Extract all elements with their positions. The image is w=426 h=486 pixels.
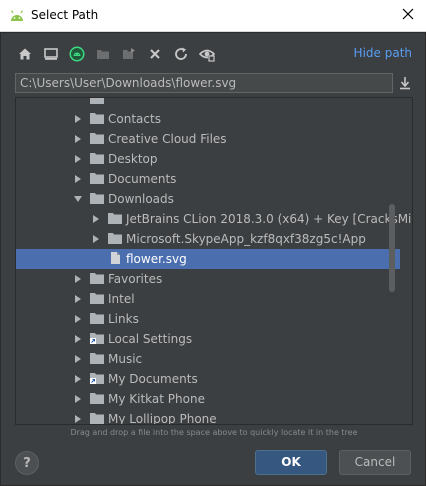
path-input[interactable]: C:\Users\User\Downloads\flower.svg bbox=[15, 73, 393, 93]
project-button[interactable] bbox=[67, 44, 87, 64]
tree-row-music[interactable]: Music bbox=[16, 349, 400, 369]
folder-icon bbox=[90, 413, 104, 424]
tree-row-skype-app[interactable]: Microsoft.SkypeApp_kzf8qxf38zg5c!App bbox=[16, 229, 400, 249]
new-folder-button[interactable] bbox=[93, 44, 113, 64]
tree-row-desktop[interactable]: Desktop bbox=[16, 149, 400, 169]
tree-row-my-documents[interactable]: My Documents bbox=[16, 369, 400, 389]
collapse-arrow-icon[interactable] bbox=[74, 195, 82, 203]
folder-icon bbox=[90, 98, 104, 104]
folder-icon bbox=[108, 233, 122, 244]
refresh-button[interactable] bbox=[171, 44, 191, 64]
move-button[interactable] bbox=[119, 44, 139, 64]
tree-scrollbar[interactable] bbox=[389, 204, 395, 292]
hide-path-link[interactable]: Hide path bbox=[354, 46, 412, 60]
tree-row-label: flower.svg bbox=[126, 252, 187, 266]
folder-icon bbox=[90, 313, 104, 324]
expand-arrow-icon[interactable] bbox=[74, 315, 82, 323]
tree-row-creative-cloud-files[interactable]: Creative Cloud Files bbox=[16, 129, 400, 149]
expand-arrow-icon[interactable] bbox=[74, 415, 82, 423]
home-icon bbox=[19, 48, 31, 60]
move-icon bbox=[123, 48, 135, 59]
tree-row-label: My Lollipop Phone bbox=[108, 412, 217, 425]
expand-arrow-icon[interactable] bbox=[92, 215, 100, 223]
folder-icon bbox=[108, 213, 122, 224]
tree-row-label: Local Settings bbox=[108, 332, 193, 346]
dialog-body: Hide path C:\Users\User\Downloads\flower… bbox=[0, 32, 426, 486]
tree-row-documents[interactable]: Documents bbox=[16, 169, 400, 189]
expand-arrow-icon[interactable] bbox=[74, 355, 82, 363]
show-hidden-button[interactable] bbox=[197, 44, 217, 64]
home-button[interactable] bbox=[15, 44, 35, 64]
refresh-icon bbox=[175, 47, 187, 60]
desktop-button[interactable] bbox=[41, 44, 61, 64]
tree-row-label: Desktop bbox=[108, 152, 158, 166]
delete-icon bbox=[150, 49, 160, 59]
tree-row-my-lollipop-phone[interactable]: My Lollipop Phone bbox=[16, 409, 400, 425]
folder-shortcut-icon bbox=[90, 333, 104, 344]
delete-button[interactable] bbox=[145, 44, 165, 64]
title-bar: Select Path bbox=[0, 0, 426, 32]
expand-arrow-icon[interactable] bbox=[74, 135, 82, 143]
folder-icon bbox=[90, 273, 104, 284]
folder-icon bbox=[90, 173, 104, 184]
tree-row-my-kitkat-phone[interactable]: My Kitkat Phone bbox=[16, 389, 400, 409]
ok-button[interactable]: OK bbox=[255, 450, 327, 475]
tree-row-intel[interactable]: Intel bbox=[16, 289, 400, 309]
expand-arrow-icon[interactable] bbox=[74, 275, 82, 283]
tree-row-label: Contacts bbox=[108, 112, 161, 126]
desktop-icon bbox=[44, 48, 58, 60]
tree-row-label: Microsoft.SkypeApp_kzf8qxf38zg5c!App bbox=[126, 232, 366, 246]
folder-icon bbox=[90, 293, 104, 304]
download-icon[interactable] bbox=[397, 75, 413, 91]
folder-shortcut-icon bbox=[90, 373, 104, 384]
folder-icon bbox=[90, 133, 104, 144]
help-button[interactable]: ? bbox=[15, 451, 39, 475]
show-hidden-icon bbox=[199, 49, 215, 62]
tree-row-downloads[interactable]: Downloads bbox=[16, 189, 400, 209]
expand-arrow-icon[interactable] bbox=[74, 335, 82, 343]
toolbar bbox=[15, 44, 223, 64]
expand-arrow-icon[interactable] bbox=[74, 115, 82, 123]
tree-row-jetbrains-clion[interactable]: JetBrains CLion 2018.3.0 (x64) + Key [Cr… bbox=[16, 209, 412, 229]
file-icon bbox=[111, 252, 120, 264]
tree-row-label: JetBrains CLion 2018.3.0 (x64) + Key [Cr… bbox=[126, 212, 413, 226]
expand-arrow-icon[interactable] bbox=[74, 295, 82, 303]
close-icon[interactable] bbox=[400, 6, 416, 22]
tree-row-label: Links bbox=[108, 312, 139, 326]
expand-arrow-icon[interactable] bbox=[74, 375, 82, 383]
expand-arrow-icon[interactable] bbox=[74, 175, 82, 183]
new-folder-icon bbox=[97, 50, 109, 59]
folder-icon bbox=[90, 193, 104, 204]
tree-row-label: Favorites bbox=[108, 272, 163, 286]
folder-icon bbox=[90, 393, 104, 404]
tree-row-flower-svg[interactable]: flower.svg bbox=[16, 249, 400, 269]
folder-icon bbox=[90, 113, 104, 124]
tree-row-contacts[interactable]: Contacts bbox=[16, 109, 400, 129]
tree-row-label: My Documents bbox=[108, 372, 198, 386]
android-project-icon bbox=[69, 46, 85, 62]
tree-row-label: Music bbox=[108, 352, 143, 366]
tree-row-local-settings[interactable]: Local Settings bbox=[16, 329, 400, 349]
tree-row-links[interactable]: Links bbox=[16, 309, 400, 329]
tree-row-label: Documents bbox=[108, 172, 177, 186]
android-studio-icon bbox=[10, 10, 24, 21]
tree-row-favorites[interactable]: Favorites bbox=[16, 269, 400, 289]
tree-row-label: My Kitkat Phone bbox=[108, 392, 205, 406]
file-tree[interactable]: Contacts Creative Cloud Files Desktop Do… bbox=[15, 97, 413, 425]
expand-arrow-icon[interactable] bbox=[74, 155, 82, 163]
tree-row-partial[interactable] bbox=[16, 98, 400, 109]
tree-row-label: Intel bbox=[108, 292, 135, 306]
expand-arrow-icon[interactable] bbox=[92, 235, 100, 243]
folder-icon bbox=[90, 153, 104, 164]
expand-arrow-icon[interactable] bbox=[74, 395, 82, 403]
window-title: Select Path bbox=[31, 8, 99, 22]
drag-drop-hint: Drag and drop a file into the space abov… bbox=[70, 428, 358, 437]
tree-row-label: Downloads bbox=[108, 192, 174, 206]
tree-row-label: Creative Cloud Files bbox=[108, 132, 227, 146]
folder-icon bbox=[90, 353, 104, 364]
cancel-button[interactable]: Cancel bbox=[339, 450, 411, 475]
